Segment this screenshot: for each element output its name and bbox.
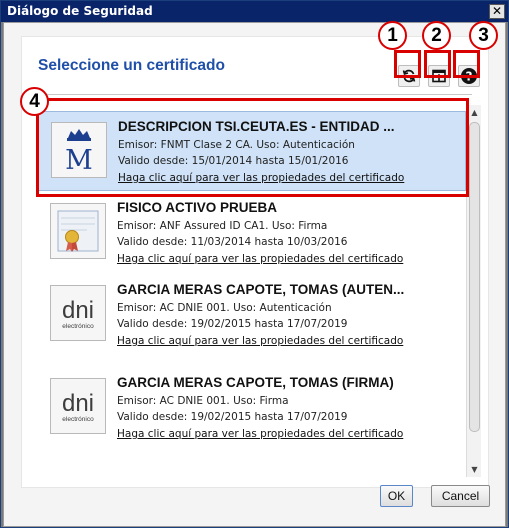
highlight-box [394,50,421,78]
certificate-seal-icon [50,203,106,259]
divider [38,94,472,95]
security-dialog-window: Diálogo de Seguridad ✕ Seleccione un cer… [0,0,509,528]
annotation-marker: 2 [422,21,451,50]
annotation-marker: 3 [469,21,498,50]
certificate-issuer: Emisor: AC DNIE 001. Uso: Firma [117,395,289,407]
dni-icon: dni electrónico [50,378,106,434]
certificate-validity: Valido desde: 19/02/2015 hasta 17/07/201… [117,411,348,423]
dni-logo-text: dni [62,297,94,324]
dni-icon: dni electrónico [50,285,106,341]
annotation-marker: 1 [378,21,407,50]
dni-logo-subtext: electrónico [62,323,94,330]
certificate-name: GARCIA MERAS CAPOTE, TOMAS (AUTEN... [117,282,405,297]
certificate-properties-link[interactable]: Haga clic aquí para ver las propiedades … [117,335,403,347]
annotation-marker: 4 [20,87,49,116]
certificate-properties-link[interactable]: Haga clic aquí para ver las propiedades … [117,253,403,265]
dni-logo-subtext: electrónico [62,416,94,423]
scroll-thumb[interactable] [469,122,480,432]
certificate-name: FISICO ACTIVO PRUEBA [117,200,278,215]
close-icon: ✕ [491,4,503,18]
highlight-box [424,50,451,78]
certificate-validity: Valido desde: 11/03/2014 hasta 10/03/201… [117,236,348,248]
certificate-item[interactable]: dni electrónico GARCIA MERAS CAPOTE, TOM… [36,275,466,355]
close-button[interactable]: ✕ [489,4,505,19]
certificate-issuer: Emisor: AC DNIE 001. Uso: Autenticación [117,302,332,314]
certificate-issuer: Emisor: ANF Assured ID CA1. Uso: Firma [117,220,328,232]
title-bar: Diálogo de Seguridad ✕ [1,1,508,22]
certificate-name: GARCIA MERAS CAPOTE, TOMAS (FIRMA) [117,375,394,390]
cancel-button[interactable]: Cancel [431,485,490,507]
ok-button[interactable]: OK [380,485,413,507]
page-title: Seleccione un certificado [38,57,225,74]
scroll-down-icon[interactable]: ▼ [467,462,482,477]
dni-logo-text: dni [62,390,94,417]
highlight-box [453,50,480,78]
highlight-box [36,98,469,197]
window-title: Diálogo de Seguridad [7,4,153,18]
scroll-up-icon[interactable]: ▲ [467,105,482,120]
certificate-item[interactable]: FISICO ACTIVO PRUEBA Emisor: ANF Assured… [36,193,466,273]
certificate-properties-link[interactable]: Haga clic aquí para ver las propiedades … [117,428,403,440]
certificate-validity: Valido desde: 19/02/2015 hasta 17/07/201… [117,318,348,330]
certificate-item[interactable]: dni electrónico GARCIA MERAS CAPOTE, TOM… [36,368,466,448]
